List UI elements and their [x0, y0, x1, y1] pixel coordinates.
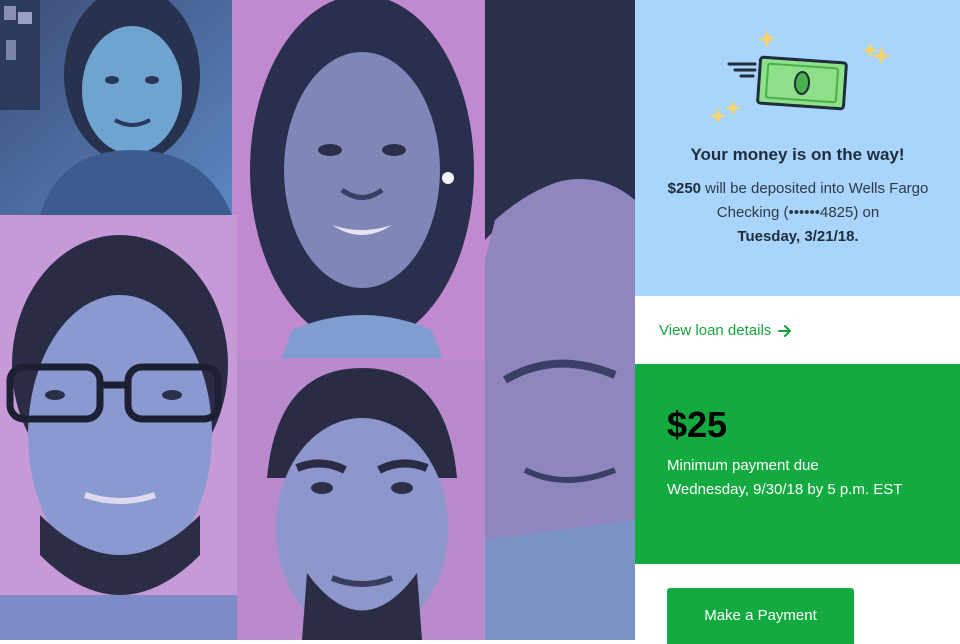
deposit-date: Tuesday, 3/21/18. — [737, 228, 859, 245]
arrow-right-icon — [778, 324, 792, 337]
make-payment-button[interactable]: Make a Payment — [667, 588, 854, 644]
photo-man-glasses — [0, 215, 237, 640]
deposit-details: will be deposited into Wells Fargo Check… — [701, 180, 929, 221]
deposit-amount: $250 — [667, 180, 702, 197]
payment-deadline: Wednesday, 9/30/18 by 5 p.m. EST — [667, 481, 903, 498]
photo-man-beard — [237, 358, 485, 640]
photo-woman-smiling — [232, 0, 485, 358]
photo-woman-office — [0, 0, 232, 215]
photo-man-closeup — [485, 0, 635, 640]
view-loan-details-label: View loan details — [659, 322, 772, 339]
confirmation-title: Your money is on the way! — [690, 145, 905, 164]
photo-collage — [0, 0, 635, 640]
minimum-payment-label: Minimum payment due — [667, 457, 819, 474]
money-bill-icon — [705, 28, 895, 128]
confirmation-message: $250 will be deposited into Wells Fargo … — [663, 177, 933, 249]
view-loan-details-link[interactable]: View loan details — [659, 322, 793, 339]
minimum-payment-amount: $25 — [667, 404, 728, 445]
